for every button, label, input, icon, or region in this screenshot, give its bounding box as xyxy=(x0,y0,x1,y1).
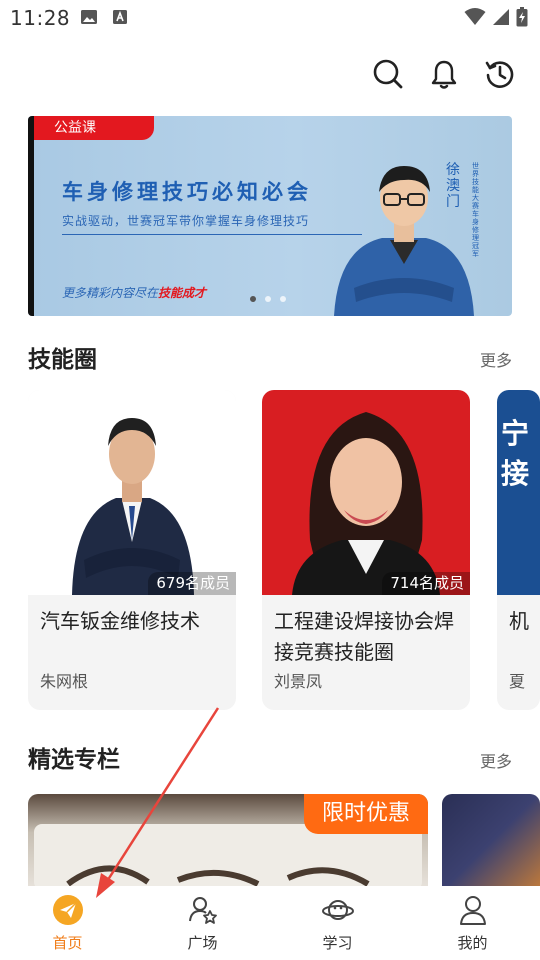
nav-square[interactable]: 广场 xyxy=(135,886,270,960)
banner-more-text: 更多精彩内容尽在技能成才 xyxy=(62,286,207,300)
top-actions xyxy=(372,58,516,90)
people-star-icon xyxy=(188,897,217,924)
card-photo: 679名成员 xyxy=(28,390,236,595)
status-bar: 11:28 xyxy=(0,0,540,38)
bottom-nav: 首页 广场 学习 我的 xyxy=(0,886,540,960)
banner-subtitle: 实战驱动，世赛冠军带你掌握车身修理技巧 xyxy=(62,214,310,228)
history-clock-icon[interactable] xyxy=(484,58,516,90)
card-title: 汽车钣金维修技术 xyxy=(40,609,200,633)
carousel-dot[interactable] xyxy=(280,296,286,302)
nav-label: 首页 xyxy=(52,934,83,952)
card-owner: 夏 xyxy=(509,672,526,691)
nav-label: 我的 xyxy=(457,934,488,952)
photo-text: 宁接 xyxy=(501,417,530,490)
banner-tag: 公益课 xyxy=(34,116,154,140)
image-icon xyxy=(81,10,97,24)
signal-icon xyxy=(493,9,509,25)
planet-icon xyxy=(321,900,354,920)
nav-label: 学习 xyxy=(322,934,353,952)
banner-vertical-text: 世界技能大赛车身修理冠军 xyxy=(472,162,479,258)
person-photo xyxy=(292,412,440,595)
card-owner: 刘景凤 xyxy=(274,672,323,691)
section-title-skill-circle: 技能圈 xyxy=(28,347,97,373)
wifi-icon xyxy=(464,8,486,25)
card-photo: 宁接 xyxy=(497,390,540,595)
nav-study[interactable]: 学习 xyxy=(270,886,405,960)
promo-tag: 限时优惠 xyxy=(304,794,428,834)
a-badge-icon xyxy=(113,10,127,24)
paper-plane-icon xyxy=(52,895,83,925)
card-photo: 714名成员 xyxy=(262,390,470,595)
skill-card[interactable]: 宁接 机 夏 xyxy=(497,390,540,710)
banner-name: 徐澳门 xyxy=(446,162,460,210)
nav-label: 广场 xyxy=(187,934,218,952)
person-photo xyxy=(72,418,194,595)
status-time: 11:28 xyxy=(10,6,71,30)
skill-card[interactable]: 679名成员 汽车钣金维修技术 朱网根 xyxy=(28,390,236,710)
nav-home[interactable]: 首页 xyxy=(0,886,135,960)
member-count-badge: 714名成员 xyxy=(382,572,470,595)
nav-mine[interactable]: 我的 xyxy=(405,886,540,960)
column-card[interactable]: 限时优惠 xyxy=(28,794,428,890)
card-owner: 朱网根 xyxy=(40,672,89,691)
person-icon xyxy=(459,896,486,925)
app-screen: 11:28 公益课 车身修理技巧必知必会 实战驱动，世赛冠军带你掌握车身修理技巧… xyxy=(0,0,540,960)
section-title-featured-column: 精选专栏 xyxy=(28,747,120,773)
card-title: 工程建设焊接协会焊接竞赛技能圈 xyxy=(274,609,454,664)
member-count-badge: 679名成员 xyxy=(148,572,236,595)
skill-card[interactable]: 714名成员 工程建设焊接协会焊接竞赛技能圈 刘景凤 xyxy=(262,390,470,710)
skill-circle-more-link[interactable]: 更多 xyxy=(480,347,512,371)
battery-charging-icon xyxy=(516,7,528,27)
featured-column-more-link[interactable]: 更多 xyxy=(480,748,512,772)
search-icon[interactable] xyxy=(372,58,404,90)
carousel-dot[interactable] xyxy=(265,296,271,302)
bell-icon[interactable] xyxy=(428,58,460,90)
column-card[interactable] xyxy=(442,794,540,890)
card-title: 机 xyxy=(509,609,529,633)
carousel-dot[interactable] xyxy=(250,296,256,302)
carousel-dots xyxy=(250,296,286,302)
promo-banner[interactable]: 公益课 车身修理技巧必知必会 实战驱动，世赛冠军带你掌握车身修理技巧 更多精彩内… xyxy=(28,116,512,316)
banner-title: 车身修理技巧必知必会 xyxy=(62,180,312,204)
